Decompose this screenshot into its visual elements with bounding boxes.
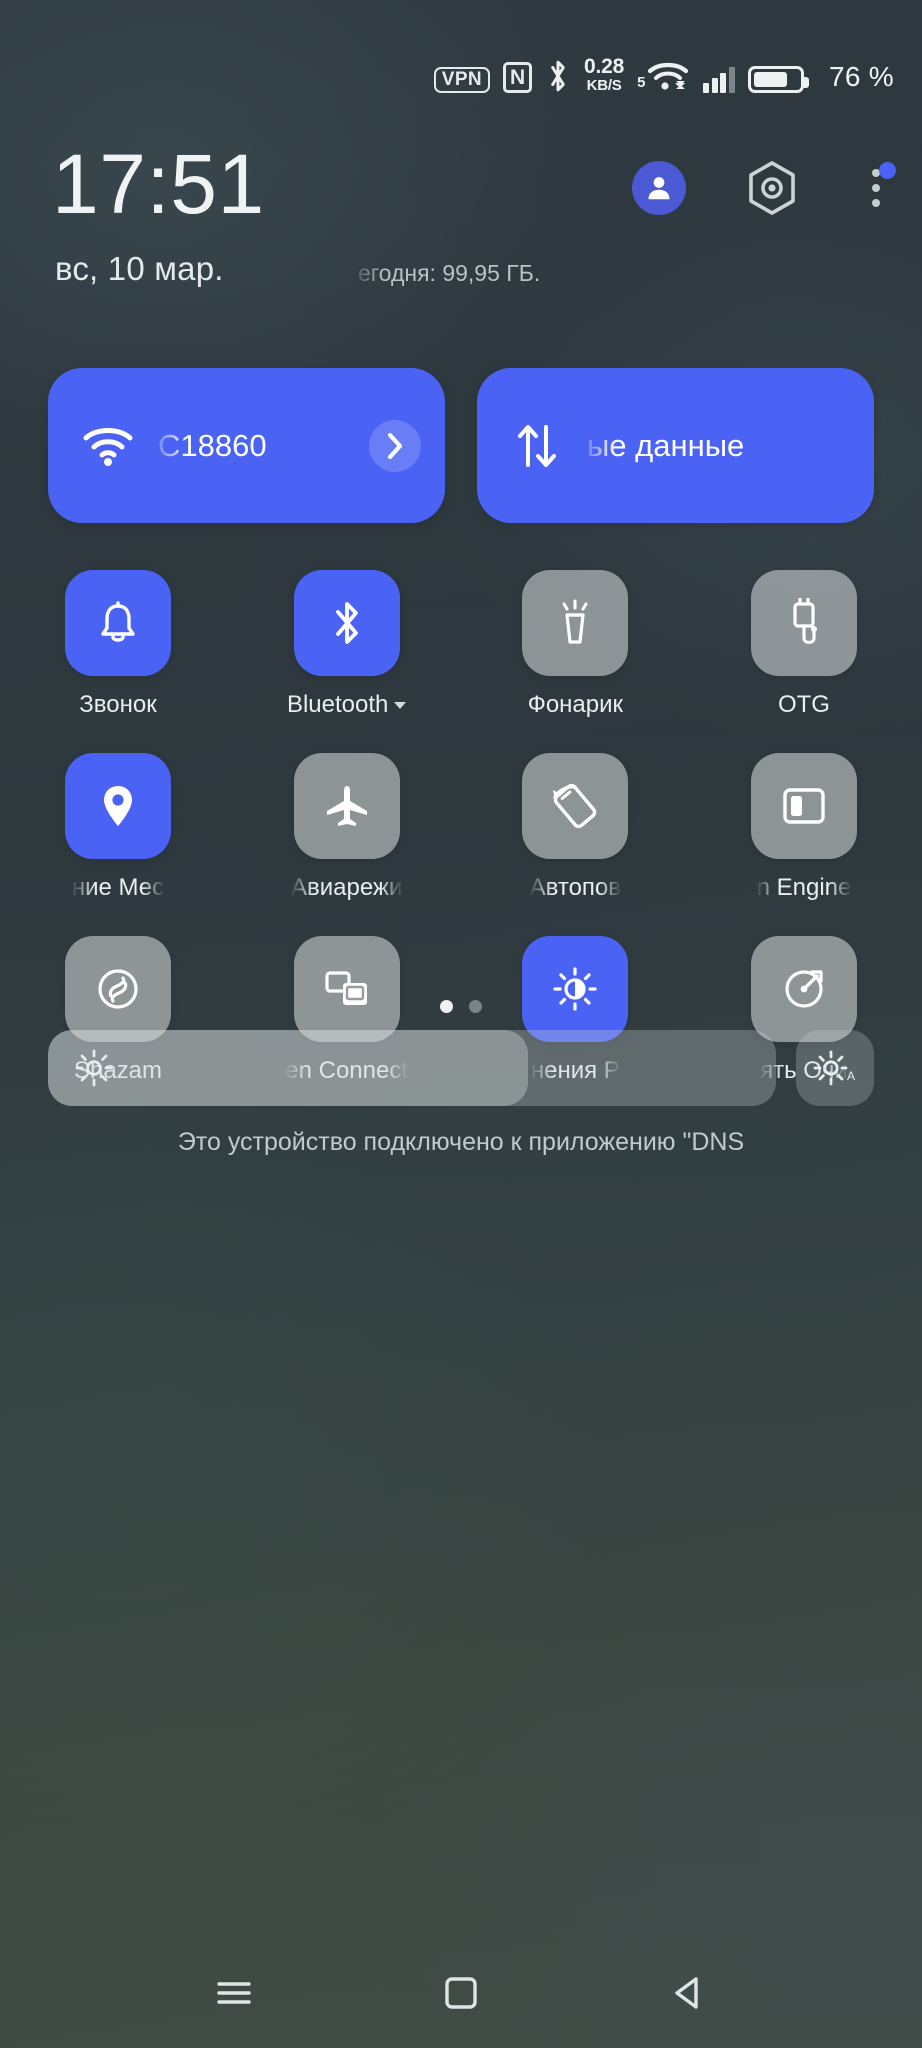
quick-settings-panel: VPN 0.28 KB/S 5 xyxy=(0,0,922,2048)
cellular-signal-icon xyxy=(703,67,735,93)
split-screen-icon xyxy=(750,753,857,859)
toggle-label: Bluetooth xyxy=(287,691,407,719)
wifi-icon: 5 xyxy=(637,59,690,93)
battery-icon xyxy=(747,66,809,93)
toggle-bluetooth[interactable]: Bluetooth xyxy=(277,570,417,719)
clock: 17:51 xyxy=(52,137,265,231)
toggle-label: Звонок xyxy=(79,691,157,718)
toggle-ringer[interactable]: Звонок xyxy=(48,570,188,719)
rotate-screen-icon xyxy=(522,753,629,859)
wifi-detail-chevron-icon[interactable] xyxy=(369,419,421,472)
date-label: вс, 10 мар. xyxy=(55,250,224,287)
wifi-ssid-label: C18860 xyxy=(158,427,267,463)
toggle-location[interactable]: ние Мес xyxy=(48,753,188,902)
qs-header: 17:51 вс, 10 мар. егодня: 99,95 ГБ. xyxy=(0,142,922,320)
location-pin-icon xyxy=(65,753,171,859)
brightness-auto-button[interactable]: A xyxy=(796,1030,874,1106)
brightness-auto-icon: A xyxy=(813,1048,857,1088)
toggle-game-engine[interactable]: n Engine xyxy=(734,753,874,902)
brightness-slider[interactable] xyxy=(48,1030,776,1106)
toggle-label: Фонарик xyxy=(527,691,624,718)
page-dot[interactable] xyxy=(469,1000,482,1013)
toggle-label: OTG xyxy=(777,691,830,718)
wifi-icon xyxy=(80,425,136,467)
toggle-label: Автопов xyxy=(529,874,622,901)
vpn-label: VPN xyxy=(433,67,491,93)
shazam-icon xyxy=(65,936,171,1042)
status-bar: VPN 0.28 KB/S 5 xyxy=(0,0,922,150)
bluetooth-icon xyxy=(293,570,400,676)
brightness-icon xyxy=(522,936,629,1042)
page-dot-active[interactable] xyxy=(440,1000,453,1013)
brightness-slider-fill xyxy=(48,1030,529,1106)
cleaner-icon xyxy=(750,936,857,1042)
data-transfer-icon xyxy=(509,423,565,469)
toggle-airplane-mode[interactable]: Авиарежи xyxy=(277,753,417,902)
airplane-icon xyxy=(293,753,400,859)
brightness-sun-icon xyxy=(74,1048,114,1088)
page-indicator xyxy=(0,1000,922,1013)
toggle-flashlight[interactable]: Фонарик xyxy=(505,570,645,719)
data-usage-label: егодня: 99,95 ГБ. xyxy=(358,260,541,286)
toggle-otg[interactable]: OTG xyxy=(734,570,874,719)
recents-button[interactable] xyxy=(199,1958,269,2028)
bluetooth-icon xyxy=(545,59,571,93)
user-avatar-icon[interactable] xyxy=(632,161,686,215)
battery-percent-label: 76 % xyxy=(828,61,894,92)
network-speed-value: 0.28 xyxy=(584,55,625,78)
wifi-tile[interactable]: C18860 xyxy=(48,368,445,523)
menu-notification-badge xyxy=(879,162,896,179)
toggle-row: ние Мес Авиарежи Автопов n Engine xyxy=(48,753,874,902)
toggle-label: n Engine xyxy=(756,874,852,901)
settings-hexagon-icon[interactable] xyxy=(744,160,800,216)
chevron-down-icon[interactable] xyxy=(394,701,407,709)
mobile-data-label: ые данные xyxy=(587,427,745,463)
back-button[interactable] xyxy=(653,1958,723,2028)
flashlight-icon xyxy=(522,570,629,676)
network-speed-unit: KB/S xyxy=(586,77,622,94)
svg-text:A: A xyxy=(847,1069,855,1083)
nfc-icon xyxy=(503,62,533,93)
device-management-note: Это устройство подключено к приложению "… xyxy=(177,1128,745,1156)
usb-otg-icon xyxy=(750,570,857,676)
toggle-row: Звонок Bluetooth Фонарик OTG xyxy=(48,570,874,719)
connectivity-tiles: C18860 ые данные xyxy=(48,368,874,523)
bell-icon xyxy=(65,570,171,676)
screen-cast-icon xyxy=(293,936,400,1042)
toggle-auto-rotate[interactable]: Автопов xyxy=(505,753,645,902)
mobile-data-tile[interactable]: ые данные xyxy=(477,368,874,523)
three-dot-menu-icon[interactable] xyxy=(858,160,896,216)
home-button[interactable] xyxy=(426,1958,496,2028)
brightness-row: A xyxy=(48,1030,874,1106)
wifi-band-label: 5 xyxy=(637,74,646,91)
toggle-label: ние Мес xyxy=(71,874,165,901)
toggle-label: Авиарежи xyxy=(290,874,403,901)
navigation-bar xyxy=(0,1938,922,2048)
vpn-badge: VPN xyxy=(433,67,491,93)
network-speed: 0.28 KB/S xyxy=(584,56,624,93)
